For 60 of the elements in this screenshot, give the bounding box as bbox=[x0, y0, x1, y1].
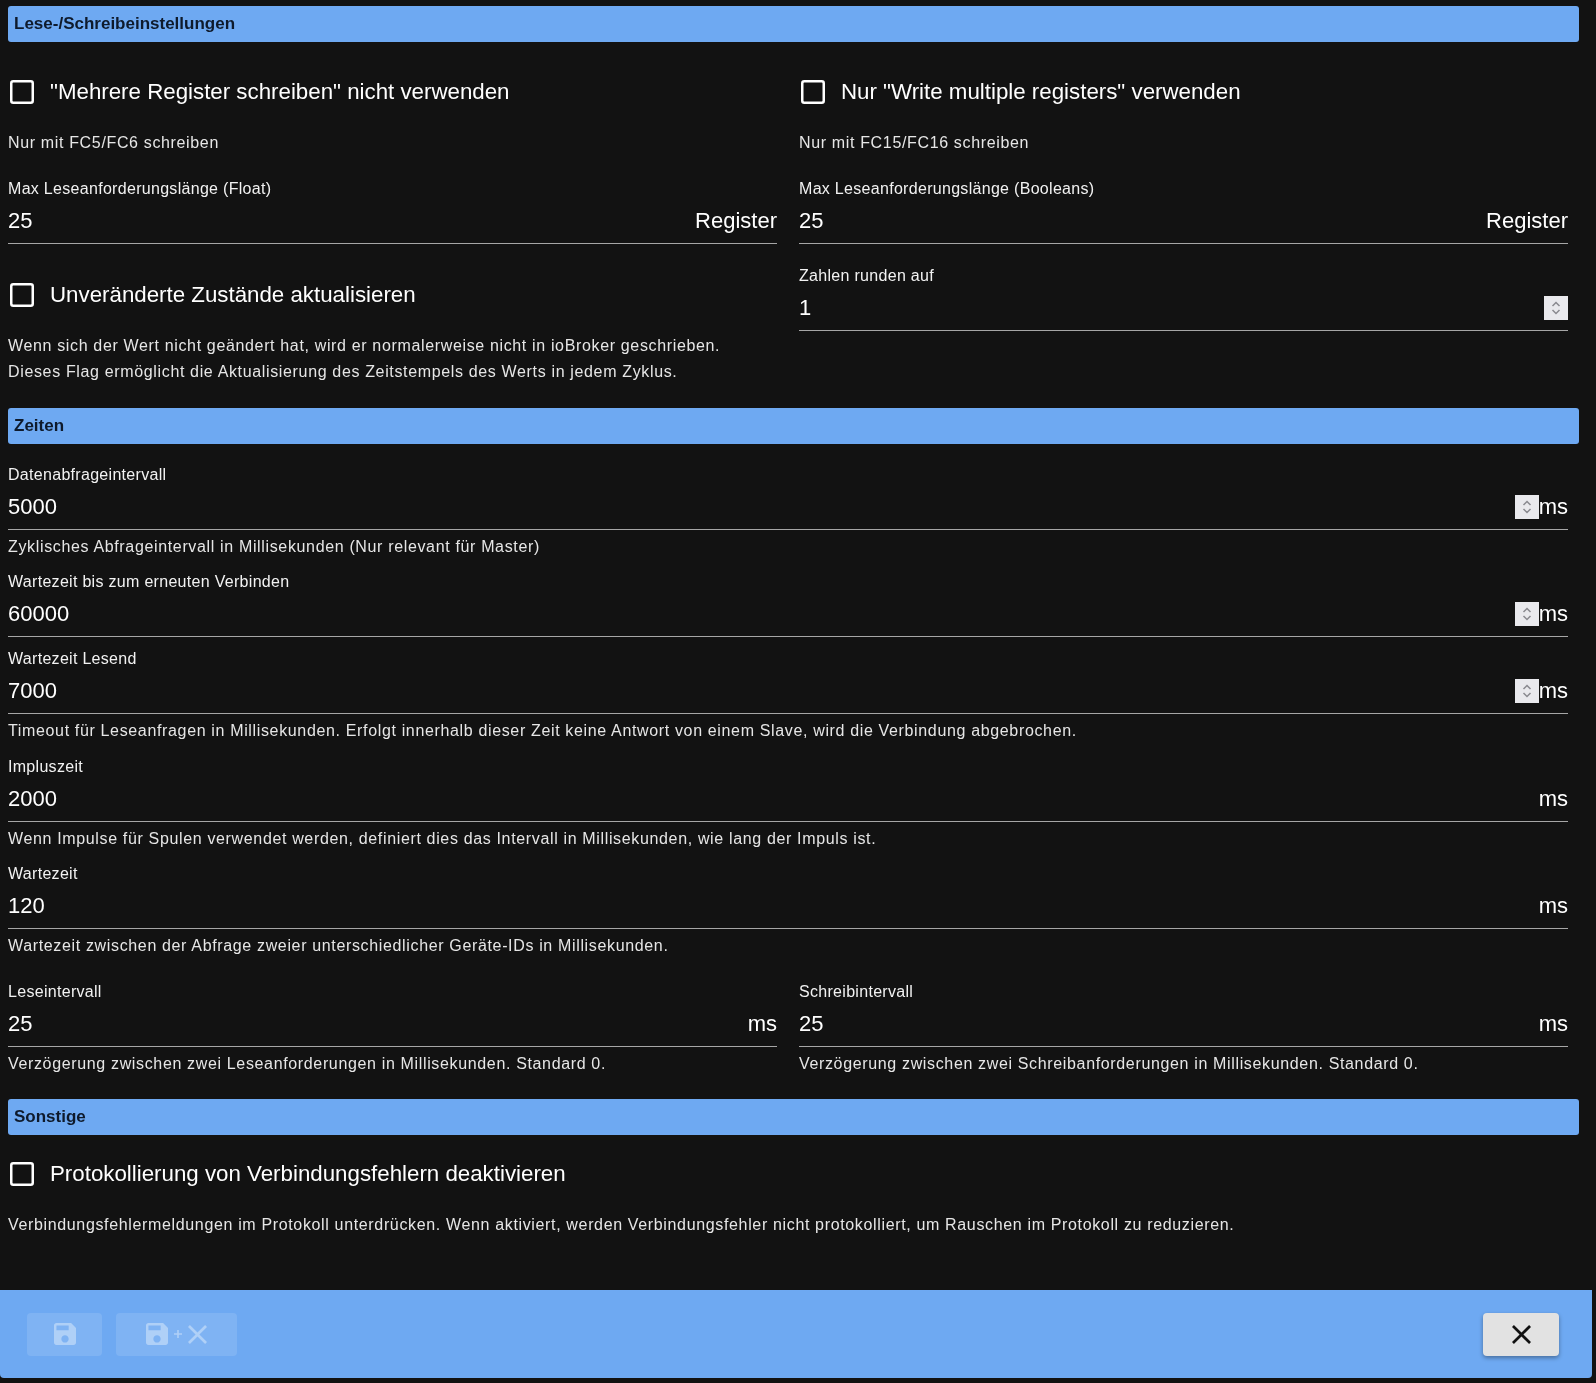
checkbox[interactable] bbox=[801, 80, 825, 104]
number-field[interactable]: 1 bbox=[799, 285, 1568, 331]
field-label: Leseintervall bbox=[8, 981, 103, 1002]
unit-label: ms bbox=[1538, 1010, 1568, 1037]
unit-label: ms bbox=[1538, 601, 1568, 627]
helper-text: Verzögerung zwischen zwei Leseanforderungen in Millisekunden. Standard 0. bbox=[8, 1053, 607, 1074]
field-label: Max Leseanforderungslänge (Float) bbox=[8, 178, 273, 199]
close-button[interactable] bbox=[1483, 1312, 1559, 1356]
unit-label: ms bbox=[1538, 678, 1568, 704]
helper-text: Wartezeit zwischen der Abfrage zweier unterschiedlicher Geräte-IDs in Millisekunden. bbox=[8, 936, 670, 956]
number-field[interactable]: 25 ms bbox=[8, 1001, 777, 1047]
field-label: Wartezeit Lesend bbox=[8, 649, 138, 669]
number-field[interactable]: 5000 ms bbox=[8, 484, 1568, 530]
field-label: Datenabfrageintervall bbox=[8, 464, 168, 485]
checkbox-label: Protokollierung von Verbindungsfehlern deaktivieren bbox=[50, 1161, 566, 1187]
helper-text: Timeout für Leseanfragen in Millisekunden. Erfolgt innerhalb dieser Zeit keine Antwort von einem Slave, wird die Verbindung abgebrochen. bbox=[8, 721, 1078, 741]
unit-label: ms bbox=[1538, 893, 1568, 919]
checkbox-label: Nur "Write multiple registers" verwenden bbox=[841, 79, 1241, 105]
helper-text: Wenn sich der Wert nicht geändert hat, wird er normalerweise nicht in ioBroker geschrieben. Dieses Flag ermöglicht die Aktualisierung des Zeitstempels des Werts in jedem Zyklus. bbox=[8, 335, 722, 382]
close-icon bbox=[1511, 1324, 1531, 1344]
number-field[interactable]: 120 ms bbox=[8, 884, 1568, 929]
helper-text: Verbindungsfehlermeldungen im Protokoll unterdrücken. Wenn aktiviert, werden Verbindungsfehler nicht protokolliert, um Rauschen im Protokoll zu reduzieren. bbox=[8, 1215, 1236, 1235]
unit-label: ms bbox=[1538, 493, 1568, 520]
helper-text: Verzögerung zwischen zwei Schreibanforderungen in Millisekunden. Standard 0. bbox=[799, 1053, 1420, 1074]
unit-label: ms bbox=[747, 1010, 777, 1037]
checkbox[interactable] bbox=[10, 80, 34, 104]
helper-text: Wenn Impulse für Spulen verwendet werden, definiert dies das Intervall in Millisekunden, wie lang der Impuls ist. bbox=[8, 828, 878, 849]
section-header: Sonstige bbox=[8, 1099, 1579, 1135]
field-label: Wartezeit bbox=[8, 864, 79, 884]
unit-label: Register bbox=[695, 207, 777, 234]
helper-text: Nur mit FC5/FC6 schreiben bbox=[8, 133, 220, 153]
helper-text: Zyklisches Abfrageintervall in Millisekunden (Nur relevant für Master) bbox=[8, 536, 541, 557]
spinner-icon[interactable] bbox=[1514, 679, 1539, 703]
unit-label: Register bbox=[1486, 207, 1568, 234]
number-field[interactable]: 60000 ms bbox=[8, 592, 1568, 637]
save-icon bbox=[146, 1323, 168, 1345]
close-icon bbox=[188, 1324, 207, 1344]
number-field[interactable]: 2000 ms bbox=[8, 776, 1568, 822]
number-field[interactable]: 25 Register bbox=[799, 198, 1568, 244]
plus-icon bbox=[174, 1330, 182, 1338]
checkbox-label: Unveränderte Zustände aktualisieren bbox=[50, 281, 416, 308]
checkbox[interactable] bbox=[10, 1162, 34, 1186]
field-label: Wartezeit bis zum erneuten Verbinden bbox=[8, 572, 291, 592]
section-header: Zeiten bbox=[8, 407, 1579, 444]
unit-label: ms bbox=[1538, 785, 1568, 812]
section-header: Lese-/Schreibeinstellungen bbox=[8, 6, 1579, 42]
spinner-icon[interactable] bbox=[1514, 602, 1539, 626]
save-icon bbox=[53, 1323, 76, 1345]
field-label: Zahlen runden auf bbox=[799, 265, 935, 286]
checkbox-label: "Mehrere Register schreiben" nicht verwenden bbox=[50, 79, 510, 105]
spinner-icon[interactable] bbox=[1514, 494, 1539, 519]
spinner-icon[interactable] bbox=[1544, 295, 1568, 320]
number-field[interactable]: 25 ms bbox=[799, 1001, 1568, 1047]
number-field[interactable]: 25 Register bbox=[8, 198, 777, 244]
number-field[interactable]: 7000 ms bbox=[8, 669, 1568, 714]
field-label: Max Leseanforderungslänge (Booleans) bbox=[799, 178, 1096, 199]
checkbox[interactable] bbox=[10, 282, 34, 307]
helper-text: Nur mit FC15/FC16 schreiben bbox=[799, 133, 1031, 153]
field-label: Impluszeit bbox=[8, 756, 85, 777]
field-label: Schreibintervall bbox=[799, 981, 915, 1002]
